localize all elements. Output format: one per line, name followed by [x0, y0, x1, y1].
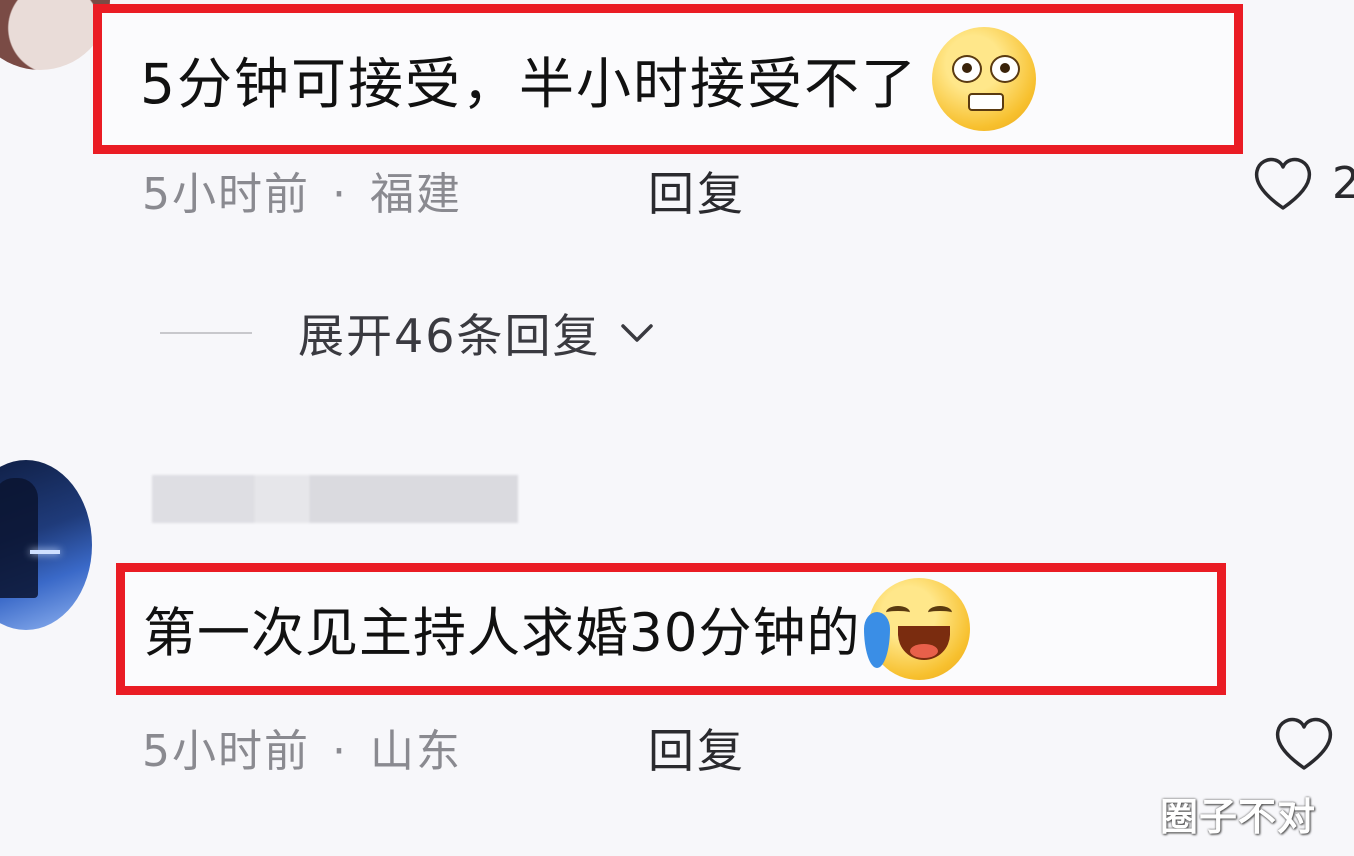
comment-location: 山东: [370, 726, 462, 777]
watermark: 圈子不对: [1160, 795, 1317, 839]
comment-text-highlight: 5分钟可接受，半小时接受不了: [93, 4, 1243, 154]
nervous-face-emoji-icon: [932, 27, 1036, 131]
comment-time: 5小时前: [142, 726, 310, 777]
comment-meta: 5小时前 · 福建: [142, 158, 462, 222]
comment-location: 福建: [370, 169, 462, 220]
comment-time: 5小时前: [142, 169, 310, 220]
comment-text: 第一次见主持人求婚30分钟的: [143, 603, 861, 664]
expand-replies-label: 展开46条回复: [298, 309, 601, 363]
like-count: 2: [1332, 158, 1354, 209]
reply-button[interactable]: 回复: [648, 158, 746, 224]
divider-line: [160, 332, 252, 334]
heart-icon[interactable]: [1252, 156, 1314, 212]
meta-separator: ·: [332, 169, 348, 220]
laughing-crying-face-emoji-icon: [864, 578, 971, 680]
avatar[interactable]: [0, 460, 92, 630]
comment-text-highlight: 第一次见主持人求婚30分钟的: [116, 563, 1226, 695]
comment-text: 5分钟可接受，半小时接受不了: [140, 52, 918, 116]
reply-button[interactable]: 回复: [648, 715, 746, 781]
expand-replies-button[interactable]: 展开46条回复: [160, 300, 655, 366]
meta-separator: ·: [332, 726, 348, 777]
chevron-down-icon: [620, 324, 653, 342]
username-redacted: [152, 475, 518, 523]
heart-icon[interactable]: [1273, 716, 1335, 772]
comment-meta: 5小时前 · 山东: [142, 715, 462, 779]
